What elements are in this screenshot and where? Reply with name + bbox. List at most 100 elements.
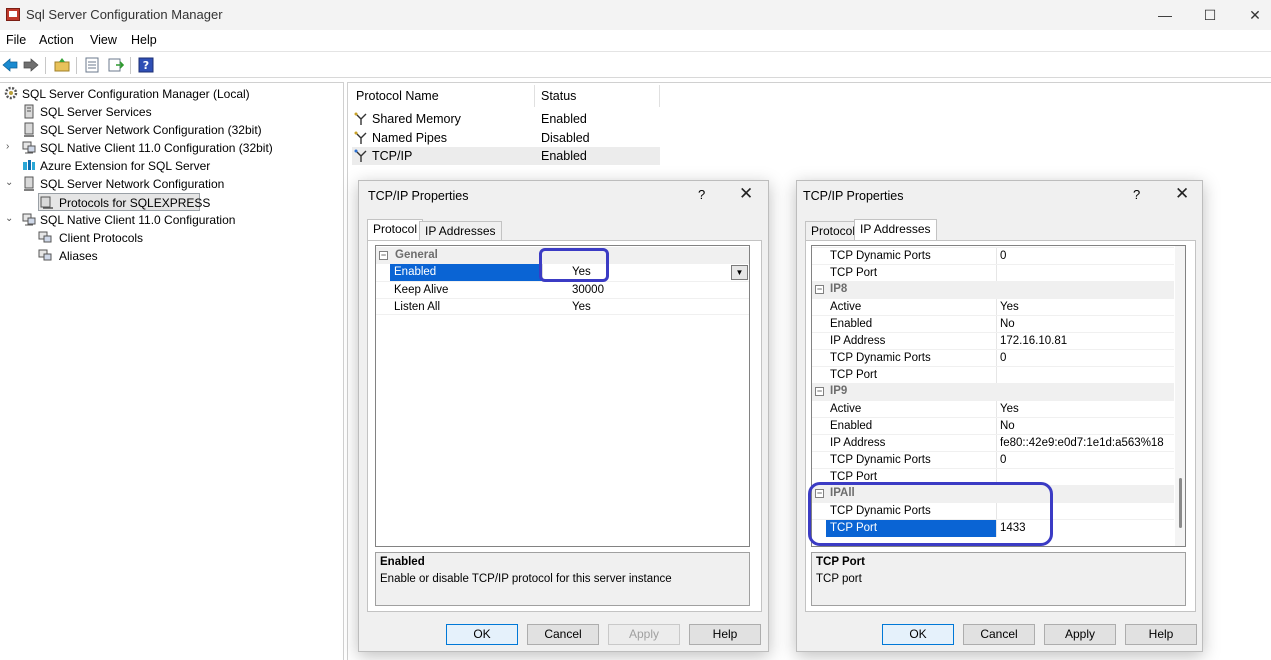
maximize-button[interactable]: ☐ — [1195, 5, 1225, 25]
config-manager-icon — [4, 86, 18, 100]
property-row[interactable]: Enabled No — [812, 315, 1174, 333]
window-title: Sql Server Configuration Manager — [26, 7, 223, 22]
tree-item-protocols-sqlexpress[interactable]: Protocols for SQLEXPRESS — [38, 193, 210, 211]
dropdown-arrow-icon[interactable]: ▼ — [731, 265, 748, 280]
category-row[interactable]: − IP8 — [812, 281, 1174, 298]
column-header-status[interactable]: Status — [541, 89, 576, 103]
dialog-close-button[interactable]: ✕ — [1175, 184, 1189, 204]
close-window-button[interactable]: ✕ — [1240, 5, 1270, 25]
menu-action[interactable]: Action — [39, 33, 74, 47]
dialog-title: TCP/IP Properties — [368, 189, 469, 203]
apply-button[interactable]: Apply — [1044, 624, 1116, 645]
protocols-icon — [40, 196, 53, 209]
property-value: fe80::42e9:e0d7:1e1d:a563%18 — [1000, 437, 1164, 449]
client-computer-icon — [22, 213, 36, 226]
property-row[interactable]: Active Yes — [812, 400, 1174, 418]
apply-button[interactable]: Apply — [608, 624, 680, 645]
menu-view[interactable]: View — [90, 33, 117, 47]
expand-chevron-icon[interactable]: › — [6, 141, 9, 152]
dialog-help-button[interactable]: ? — [698, 187, 705, 202]
property-row-listen-all[interactable]: Listen All Yes — [376, 298, 749, 315]
property-value: 0 — [1000, 454, 1007, 466]
app-icon — [6, 8, 20, 21]
property-name: TCP Dynamic Ports — [830, 250, 931, 262]
description-panel: Enabled Enable or disable TCP/IP protoco… — [375, 552, 750, 606]
collapse-chevron-icon[interactable]: ⌄ — [5, 177, 13, 188]
forward-arrow-icon[interactable] — [23, 57, 39, 73]
property-name: IP Address — [830, 335, 886, 347]
property-value: 0 — [1000, 250, 1007, 262]
tcpip-properties-dialog-protocol: TCP/IP Properties ? ✕ Protocol IP Addres… — [358, 180, 769, 652]
menu-file[interactable]: File — [6, 33, 26, 47]
server-icon — [24, 104, 34, 119]
azure-extension-icon — [23, 160, 35, 170]
cancel-button[interactable]: Cancel — [527, 624, 599, 645]
list-item[interactable]: Shared Memory Enabled — [352, 110, 660, 128]
property-row[interactable]: TCP Port — [812, 264, 1174, 282]
ok-button[interactable]: OK — [446, 624, 518, 645]
dialog-help-button[interactable]: ? — [1133, 187, 1140, 202]
property-row[interactable]: TCP Port — [812, 366, 1174, 384]
property-row[interactable]: Enabled No — [812, 417, 1174, 435]
property-row[interactable]: TCP Dynamic Ports 0 — [812, 451, 1174, 469]
category-row[interactable]: − IP9 — [812, 383, 1174, 400]
protocol-icon — [354, 131, 367, 144]
list-item-selected[interactable]: TCP/IP Enabled — [352, 147, 660, 165]
client-computer-icon — [22, 141, 36, 154]
back-arrow-icon[interactable] — [2, 57, 18, 73]
property-row[interactable]: IP Address fe80::42e9:e0d7:1e1d:a563%18 — [812, 434, 1174, 452]
property-name: TCP Port — [830, 369, 878, 381]
column-header-protocol[interactable]: Protocol Name — [356, 89, 439, 103]
cancel-button[interactable]: Cancel — [963, 624, 1035, 645]
help-button[interactable]: Help — [1125, 624, 1197, 645]
collapse-icon[interactable]: − — [815, 387, 824, 396]
dialog-close-button[interactable]: ✕ — [739, 184, 753, 204]
property-name: Enabled — [830, 420, 873, 432]
tab-ip-addresses[interactable]: IP Addresses — [419, 221, 502, 241]
collapse-icon[interactable]: − — [379, 251, 388, 260]
protocol-icon — [354, 112, 367, 125]
help-button[interactable]: Help — [689, 624, 761, 645]
scrollbar[interactable] — [1175, 246, 1185, 546]
tab-protocol[interactable]: Protocol — [805, 221, 862, 241]
property-value: Yes — [1000, 301, 1019, 313]
minimize-button[interactable]: — — [1150, 5, 1180, 25]
collapse-chevron-icon[interactable]: ⌄ — [5, 213, 13, 224]
property-value: 0 — [1000, 352, 1007, 364]
description-panel: TCP Port TCP port — [811, 552, 1186, 606]
ok-button[interactable]: OK — [882, 624, 954, 645]
tab-protocol[interactable]: Protocol — [367, 219, 424, 241]
property-name: Active — [830, 301, 862, 313]
property-name: TCP Dynamic Ports — [830, 352, 931, 364]
menu-help[interactable]: Help — [131, 33, 157, 47]
property-name: TCP Port — [830, 267, 878, 279]
property-row[interactable]: IP Address 172.16.10.81 — [812, 332, 1174, 350]
network-config-icon — [24, 122, 34, 137]
property-row[interactable]: Active Yes — [812, 298, 1174, 316]
export-list-icon[interactable] — [108, 57, 124, 73]
tab-ip-addresses[interactable]: IP Addresses — [854, 219, 937, 241]
help-icon[interactable]: ? — [138, 57, 154, 73]
toolbar: ? — [0, 53, 1271, 78]
properties-icon[interactable] — [84, 57, 100, 73]
collapse-icon[interactable]: − — [815, 285, 824, 294]
annotation-highlight — [808, 482, 1053, 546]
dialog-title: TCP/IP Properties — [803, 189, 904, 203]
property-row[interactable]: TCP Dynamic Ports 0 — [812, 247, 1174, 265]
property-value: 172.16.10.81 — [1000, 335, 1068, 347]
property-row-keep-alive[interactable]: Keep Alive 30000 — [376, 281, 749, 298]
svg-text:?: ? — [143, 59, 149, 72]
list-item[interactable]: Named Pipes Disabled — [352, 129, 660, 147]
property-value: Yes — [1000, 403, 1019, 415]
property-name: Enabled — [830, 318, 873, 330]
client-protocols-icon — [38, 231, 52, 243]
annotation-highlight — [539, 248, 609, 282]
protocol-icon — [354, 149, 367, 162]
property-row[interactable]: TCP Dynamic Ports 0 — [812, 349, 1174, 367]
property-grid: − General Enabled Yes ▼ Keep Alive 30000… — [375, 245, 750, 547]
property-name: Active — [830, 403, 862, 415]
title-bar: Sql Server Configuration Manager — ☐ ✕ — [0, 0, 1271, 30]
scrollbar-thumb[interactable] — [1179, 478, 1182, 528]
up-folder-icon[interactable] — [54, 57, 70, 73]
aliases-icon — [38, 249, 52, 261]
